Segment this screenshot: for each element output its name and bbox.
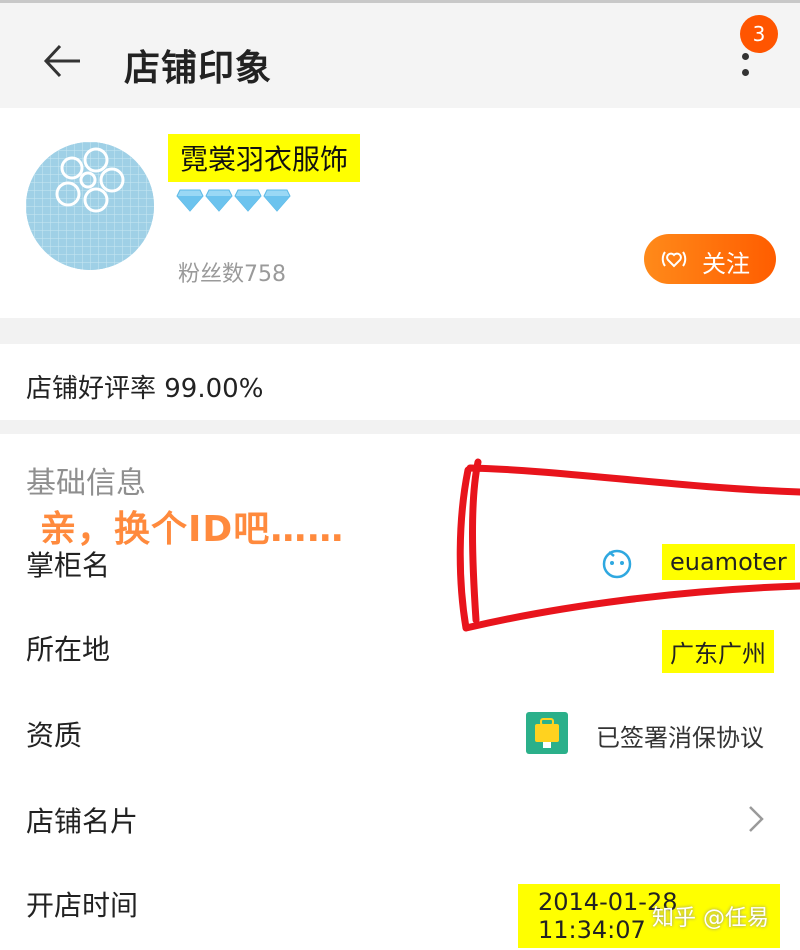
row-label: 掌柜名	[26, 549, 111, 582]
follow-button[interactable]: 关注	[644, 234, 776, 284]
more-vertical-icon-dot	[742, 69, 749, 76]
basic-info-card: 基础信息 亲，换个ID吧…… 掌柜名 euamoter 所在地 广东广州 资质 …	[0, 434, 800, 950]
location-value: 广东广州	[662, 630, 774, 673]
row-label: 资质	[26, 719, 83, 752]
back-button[interactable]	[38, 37, 86, 85]
notification-badge: 3	[740, 15, 778, 53]
chat-face-icon[interactable]	[600, 546, 634, 580]
row-label: 开店时间	[26, 889, 139, 922]
shop-name: 霓裳羽衣服饰	[168, 134, 361, 182]
consumer-protection-icon	[526, 712, 568, 754]
chevron-right-icon	[749, 806, 764, 832]
positive-rating: 店铺好评率 99.00%	[26, 374, 264, 404]
row-location: 所在地 广东广州	[0, 606, 800, 686]
section-title: 基础信息	[26, 466, 146, 501]
shop-avatar[interactable]	[26, 142, 154, 270]
flower-avatar-image	[26, 142, 154, 270]
diamond-icon	[205, 189, 233, 212]
diamond-rating	[176, 188, 291, 216]
qualification-value: 已签署消保协议	[596, 724, 764, 752]
watermark: 知乎 @任易	[652, 906, 769, 931]
follow-label: 关注	[702, 250, 750, 278]
shopkeeper-name: euamoter	[662, 544, 795, 580]
shop-card: 霓裳羽衣服饰 粉丝数758 关注	[0, 108, 800, 318]
row-label: 所在地	[26, 633, 111, 666]
row-shop-card[interactable]: 店铺名片	[0, 778, 800, 858]
diamond-icon	[234, 189, 262, 212]
diamond-icon	[263, 189, 291, 212]
arrow-left-icon	[43, 44, 80, 78]
page-title: 店铺印象	[124, 48, 273, 89]
more-vertical-icon	[742, 53, 749, 60]
diamond-icon	[176, 189, 204, 212]
top-bar: 店铺印象 3	[0, 0, 800, 108]
row-shopkeeper[interactable]: 掌柜名 euamoter	[0, 522, 800, 602]
rating-row: 店铺好评率 99.00%	[0, 344, 800, 420]
fans-count: 粉丝数758	[178, 262, 286, 287]
row-qualification[interactable]: 资质 已签署消保协议	[0, 692, 800, 772]
row-label: 店铺名片	[26, 805, 139, 838]
heart-signal-icon	[661, 251, 687, 268]
